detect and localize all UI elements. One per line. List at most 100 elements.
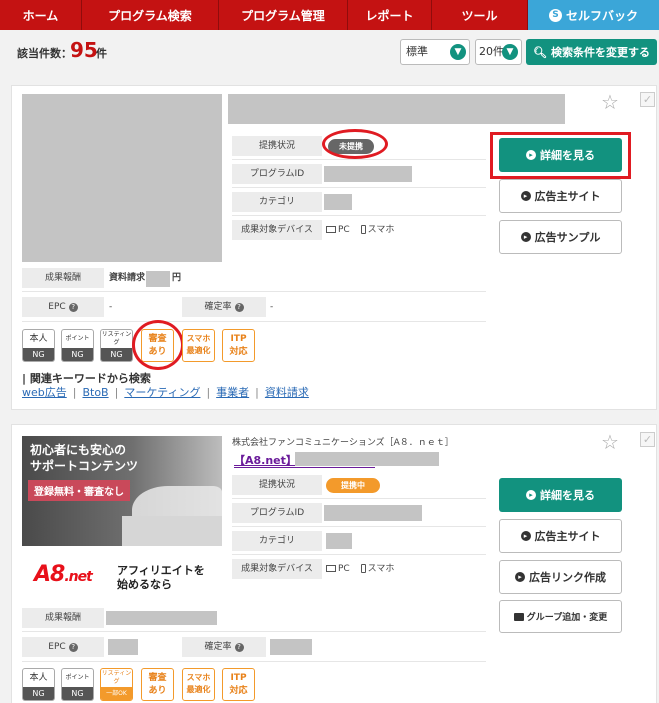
help-icon[interactable]: ? (68, 303, 78, 312)
badge-smartphone-optimized: スマホ 最適化 (182, 668, 215, 701)
select-checkbox[interactable]: ✓ (640, 92, 655, 107)
sort-select-value: 標準 (406, 45, 428, 58)
nav-program-manage[interactable]: プログラム管理 (219, 0, 348, 30)
badge-self: 本人 NG (22, 329, 55, 362)
reward-text: 資料請求 (109, 273, 146, 283)
help-icon[interactable]: ? (234, 643, 244, 652)
advertiser-site-button[interactable]: ▸ 広告主サイト (499, 179, 622, 213)
search-icon: 🔍︎ (533, 45, 547, 59)
arrow-right-icon: ▸ (515, 572, 525, 582)
result-count-unit: 件 (96, 47, 107, 60)
change-search-button[interactable]: 🔍︎ 検索条件を変更する (526, 39, 657, 65)
sort-select[interactable]: 標準 ▼ (400, 39, 470, 65)
highlight-ring (322, 129, 388, 159)
detail-button[interactable]: ▸ 詳細を見る (499, 478, 622, 512)
divider (22, 631, 486, 632)
favorite-star-icon[interactable]: ☆ (601, 430, 619, 454)
divider (232, 187, 486, 188)
category-label: カテゴリ (232, 192, 322, 212)
per-page-value: 20件 (479, 45, 504, 58)
ad-sample-button[interactable]: ▸ 広告サンプル (499, 220, 622, 254)
keyword-link[interactable]: BtoB (82, 386, 108, 399)
nav-report[interactable]: レポート (348, 0, 432, 30)
divider (232, 526, 486, 527)
reward-label: 成果報酬 (22, 608, 104, 628)
per-page-select[interactable]: 20件 ▼ (475, 39, 522, 65)
keyword-links: web広告 | BtoB | マーケティング | 事業者 | 資料請求 (22, 386, 309, 399)
a8-logo: A8.net (34, 562, 93, 587)
epc-value-placeholder (108, 639, 138, 655)
banner-headline: 初心者にも安心の サポートコンテンツ (30, 443, 139, 473)
confirm-rate-value: - (270, 302, 274, 312)
status-label: 提携状況 (232, 136, 322, 156)
pc-icon (326, 226, 336, 233)
badge-review: 審査 あり (141, 668, 174, 701)
favorite-star-icon[interactable]: ☆ (601, 90, 619, 114)
program-link-underline (234, 467, 375, 468)
badge-listing: リスティング 一部OK (100, 668, 133, 701)
banner-photo: 初心者にも安心の サポートコンテンツ 登録無料・審査なし (22, 436, 222, 546)
program-banner[interactable]: 初心者にも安心の サポートコンテンツ 登録無料・審査なし A8.net アフィリ… (22, 436, 222, 606)
badge-listing: リスティング NG (100, 329, 133, 362)
epc-label: EPC? (22, 637, 104, 657)
divider (232, 215, 486, 216)
change-search-label: 検索条件を変更する (550, 46, 650, 59)
result-count: 95 (70, 38, 98, 62)
confirm-rate-label: 確定率? (182, 637, 266, 657)
arrow-right-icon: ▸ (526, 490, 536, 500)
select-checkbox[interactable]: ✓ (640, 432, 655, 447)
group-add-button[interactable]: グループ追加・変更 (499, 600, 622, 633)
divider (232, 159, 486, 160)
ad-link-button[interactable]: ▸ 広告リンク作成 (499, 560, 622, 594)
arrow-right-icon: ▸ (520, 191, 531, 201)
nav-program-search[interactable]: プログラム検索 (82, 0, 219, 30)
reward-label: 成果報酬 (22, 268, 104, 288)
status-label: 提携状況 (232, 475, 322, 495)
device-label: 成果対象デバイス (232, 559, 322, 579)
program-title-placeholder (295, 452, 439, 466)
program-id-value (324, 505, 422, 521)
category-label: カテゴリ (232, 531, 322, 551)
help-icon[interactable]: ? (68, 643, 78, 652)
smartphone-icon (360, 225, 366, 234)
program-id-label: プログラムID (232, 503, 322, 523)
divider (22, 291, 486, 292)
arrow-right-icon: ▸ (520, 232, 531, 242)
keyword-link[interactable]: web広告 (22, 386, 67, 399)
program-card-2: 初心者にも安心の サポートコンテンツ 登録無料・審査なし A8.net アフィリ… (11, 424, 657, 703)
status-badge: 提携中 (326, 478, 380, 493)
arrow-right-icon: ▸ (520, 531, 531, 541)
keyword-link[interactable]: 事業者 (216, 386, 249, 399)
program-name-link[interactable]: 【A8.net】 (234, 452, 297, 468)
confirm-rate-placeholder (270, 639, 312, 655)
program-card-1: ☆ ✓ 提携状況 未提携 プログラムID カテゴリ 成果対象デバイス PC スマ… (11, 85, 657, 410)
chevron-down-icon: ▼ (502, 44, 518, 60)
keyword-link[interactable]: 資料請求 (265, 386, 309, 399)
badge-itp: ITP 対応 (222, 668, 255, 701)
company-name: 株式会社ファンコミュニケーションズ［A８．ｎｅｔ］ (232, 438, 454, 448)
keyword-link[interactable]: マーケティング (124, 386, 200, 399)
nav-self-back[interactable]: S セルフバック (528, 0, 659, 30)
nav-home[interactable]: ホーム (0, 0, 82, 30)
nav-tools[interactable]: ツール (432, 0, 528, 30)
banner-keyboard-shape (122, 516, 222, 546)
badge-point: ポイント NG (61, 668, 94, 701)
program-id-label: プログラムID (232, 164, 322, 184)
divider (232, 554, 486, 555)
device-value: PC スマホ (326, 220, 394, 240)
banner-tag: 登録無料・審査なし (28, 480, 130, 501)
category-value (326, 533, 352, 549)
pc-icon (326, 565, 336, 572)
category-value (324, 194, 352, 210)
highlight-ring (132, 320, 184, 370)
badge-smartphone-optimized: スマホ 最適化 (182, 329, 215, 362)
smartphone-icon (360, 564, 366, 573)
highlight-rect (490, 132, 631, 179)
help-icon[interactable]: ? (234, 303, 244, 312)
advertiser-site-button[interactable]: ▸ 広告主サイト (499, 519, 622, 553)
self-back-icon: S (548, 8, 562, 22)
badge-itp: ITP 対応 (222, 329, 255, 362)
chevron-down-icon: ▼ (450, 44, 466, 60)
reward-unit: 円 (172, 273, 182, 283)
banner-caption: アフィリエイトを 始めるなら (117, 564, 205, 591)
